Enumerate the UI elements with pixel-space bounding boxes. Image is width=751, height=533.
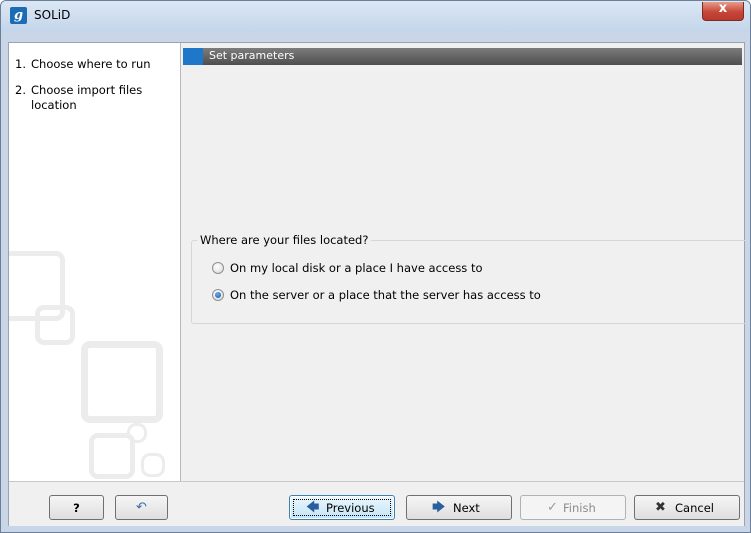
radio-label-local[interactable]: On my local disk or a place I have acces… — [230, 261, 483, 275]
reset-icon: ↶ — [136, 500, 147, 515]
cancel-label: Cancel — [675, 501, 714, 515]
file-location-group: On my local disk or a place I have acces… — [191, 240, 747, 324]
help-label: ? — [73, 501, 80, 515]
finish-label: Finish — [563, 501, 596, 515]
next-label: Next — [453, 501, 480, 515]
watermark-square-icon — [81, 341, 163, 423]
radio-selected-dot — [215, 292, 221, 298]
close-icon: x — [718, 1, 728, 16]
checkmark-icon: ✓ — [547, 500, 558, 515]
dialog-window: g SOLiD x 1. Choose where to run 2. Choo… — [0, 0, 751, 533]
title-bar[interactable]: g SOLiD x — [1, 1, 750, 32]
watermark-square-icon — [35, 305, 75, 345]
header-accent — [183, 48, 203, 65]
button-bar: ? ↶ 🡄 Previous 🡆 Next ✓ Finish ✖ Cancel — [9, 481, 744, 526]
group-title: Where are your files located? — [197, 233, 372, 247]
parameters-panel: Set parameters On my local disk or a pla… — [181, 43, 747, 481]
step-label: Choose where to run — [31, 57, 151, 71]
step-number: 2. — [15, 83, 26, 97]
app-logo-icon: g — [10, 7, 27, 24]
arrow-right-icon: 🡆 — [432, 500, 446, 515]
dialog-client-area: 1. Choose where to run 2. Choose import … — [8, 42, 747, 526]
next-button[interactable]: 🡆 Next — [406, 495, 512, 520]
radio-button-local[interactable] — [212, 262, 224, 274]
watermark-square-icon — [141, 453, 165, 477]
arrow-left-icon: 🡄 — [306, 500, 320, 515]
wizard-steps-panel: 1. Choose where to run 2. Choose import … — [9, 43, 181, 481]
watermark-square-icon — [127, 423, 147, 443]
watermark-square-icon — [89, 433, 135, 479]
previous-label: Previous — [326, 501, 375, 515]
reset-button[interactable]: ↶ — [115, 495, 168, 520]
previous-button[interactable]: 🡄 Previous — [289, 495, 395, 520]
cancel-x-icon: ✖ — [655, 500, 666, 515]
radio-label-server[interactable]: On the server or a place that the server… — [230, 288, 541, 302]
section-header-label: Set parameters — [209, 49, 295, 62]
window-title: SOLiD — [34, 8, 71, 22]
step-label: Choose import files location — [31, 83, 143, 112]
finish-button[interactable]: ✓ Finish — [520, 495, 626, 520]
step-number: 1. — [15, 57, 26, 71]
section-header: Set parameters — [183, 48, 742, 65]
close-button[interactable]: x — [702, 1, 744, 21]
cancel-button[interactable]: ✖ Cancel — [634, 495, 740, 520]
radio-button-server[interactable] — [212, 289, 224, 301]
help-button[interactable]: ? — [49, 495, 104, 520]
